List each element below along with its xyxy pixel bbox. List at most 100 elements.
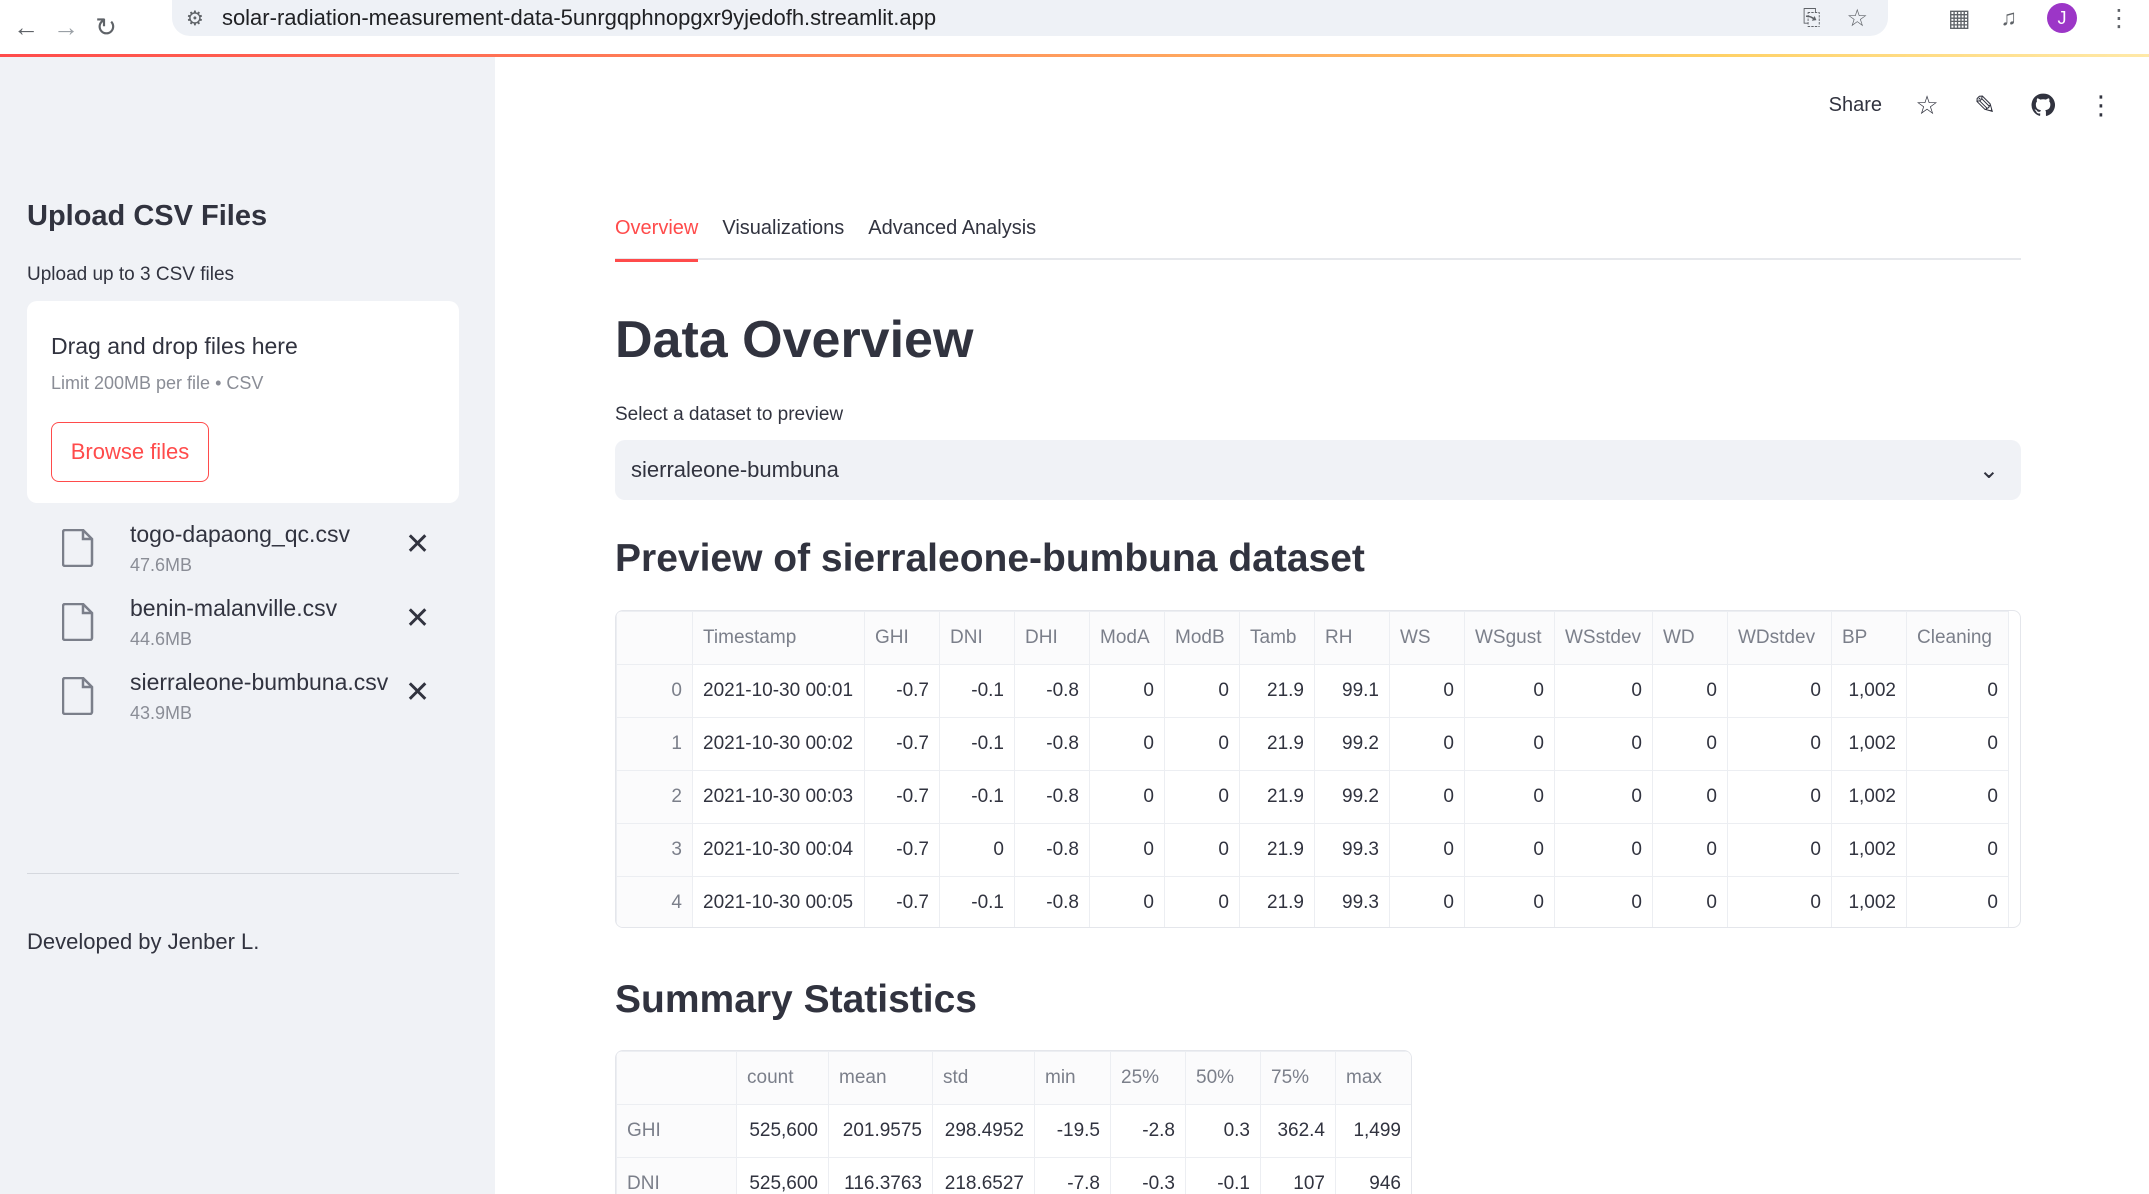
table-cell: 0 [1389,717,1465,771]
edit-pencil-icon[interactable]: ✎ [1972,90,1998,120]
column-header[interactable]: DHI [1014,611,1090,665]
table-cell: 0 [1389,823,1465,877]
install-app-icon[interactable]: ⎘ [1803,5,1821,31]
column-header[interactable]: 75% [1260,1051,1336,1105]
file-icon [62,529,94,567]
column-header[interactable]: ModB [1164,611,1240,665]
table-cell: 0 [1464,770,1555,824]
column-header[interactable]: BP [1831,611,1907,665]
preview-dataframe[interactable]: Timestamp GHI DNI DHI ModA ModB Tamb RH WS WSgust… [615,610,2021,928]
column-header[interactable]: Tamb [1239,611,1315,665]
table-cell: 0 [1464,876,1555,927]
table-cell: 0 [1652,717,1728,771]
column-header[interactable]: DNI [939,611,1015,665]
table-cell: 298.4952 [932,1104,1035,1158]
table-row: 1 2021-10-30 00:02 -0.7 -0.1 -0.8 0 0 21.9 99.2 0… [616,717,2009,771]
dataset-select[interactable]: sierraleone-bumbuna ⌄ [615,440,2021,500]
column-header[interactable]: mean [828,1051,933,1105]
column-header[interactable]: WSgust [1464,611,1555,665]
address-bar[interactable]: ⚙ solar-radiation-measurement-data-5unrg… [172,0,1888,36]
table-cell: 21.9 [1239,876,1315,927]
summary-dataframe[interactable]: count mean std min 25% 50% 75% max GHI 525,600 20… [615,1050,1412,1194]
table-cell: 0 [1727,770,1832,824]
browse-files-button[interactable]: Browse files [51,422,209,482]
row-index: 1 [616,717,693,771]
row-index: 0 [616,664,693,718]
column-header[interactable]: min [1034,1051,1111,1105]
column-header[interactable]: RH [1314,611,1390,665]
column-header[interactable]: count [736,1051,829,1105]
table-cell: 218.6527 [932,1157,1035,1194]
table-cell: 0 [1554,664,1653,718]
app-toolbar: Share ☆ ✎ ⋮ [1829,90,2114,120]
chevron-down-icon: ⌄ [1978,457,1999,484]
table-cell: 1,002 [1831,717,1907,771]
remove-file-icon[interactable]: ✕ [405,601,430,636]
table-cell: 0 [1652,823,1728,877]
column-header[interactable]: 50% [1185,1051,1261,1105]
table-cell: 99.3 [1314,823,1390,877]
table-cell: 0 [1554,770,1653,824]
column-header[interactable]: WD [1652,611,1728,665]
file-dropzone[interactable]: Drag and drop files here Limit 200MB per… [27,301,459,503]
remove-file-icon[interactable]: ✕ [405,527,430,562]
column-header[interactable]: WS [1389,611,1465,665]
file-size: 43.9MB [130,703,193,723]
site-settings-icon[interactable]: ⚙ [186,6,204,31]
column-header[interactable]: max [1335,1051,1411,1105]
reload-icon[interactable]: ↻ [86,7,126,47]
table-cell: 525,600 [736,1157,829,1194]
table-cell: 0 [1464,717,1555,771]
table-cell: 1,002 [1831,823,1907,877]
table-cell: 201.9575 [828,1104,933,1158]
table-cell: 0 [1089,823,1165,877]
table-cell: 21.9 [1239,717,1315,771]
column-header[interactable]: std [932,1051,1035,1105]
tab-visualizations[interactable]: Visualizations [722,210,844,260]
table-cell: -0.7 [864,770,940,824]
column-header[interactable]: 25% [1110,1051,1186,1105]
column-header[interactable] [616,1051,737,1105]
table-cell: 0 [1727,823,1832,877]
table-cell: 0 [1089,876,1165,927]
column-header[interactable]: WDstdev [1727,611,1832,665]
table-cell: -0.1 [939,717,1015,771]
table-cell: -0.8 [1014,664,1090,718]
bookmark-star-icon[interactable]: ☆ [1846,4,1868,33]
sidebar-footer: Developed by Jenber L. [27,929,260,954]
column-header[interactable]: WSstdev [1554,611,1653,665]
file-name: benin-malanville.csv [130,595,338,621]
column-header[interactable]: Cleaning [1906,611,2009,665]
extensions-icon[interactable]: ▦ [1948,4,1971,33]
table-cell: 0 [1727,717,1832,771]
table-cell: 99.2 [1314,770,1390,824]
row-index: 2 [616,770,693,824]
media-control-icon[interactable]: ♫ [2001,5,2018,31]
column-header[interactable]: ModA [1089,611,1165,665]
more-options-icon[interactable]: ⋮ [2088,90,2114,120]
table-cell: -0.8 [1014,876,1090,927]
browser-menu-icon[interactable]: ⋮ [2107,4,2131,33]
table-cell: -0.1 [939,876,1015,927]
back-icon[interactable]: ← [6,7,46,47]
remove-file-icon[interactable]: ✕ [405,675,430,710]
dropzone-title: Drag and drop files here [51,333,298,359]
table-cell: 2021-10-30 00:01 [692,664,865,718]
column-header[interactable] [616,611,693,665]
dropzone-limit: Limit 200MB per file • CSV [51,373,264,393]
row-index: 3 [616,823,693,877]
forward-icon[interactable]: → [46,7,86,47]
tab-bar: Overview Visualizations Advanced Analysi… [615,210,2021,262]
tab-overview[interactable]: Overview [615,210,699,262]
tab-advanced-analysis[interactable]: Advanced Analysis [868,210,1036,260]
github-icon[interactable] [2030,92,2056,118]
share-button[interactable]: Share [1829,94,1882,117]
column-header[interactable]: GHI [864,611,940,665]
table-cell: -0.1 [939,770,1015,824]
table-row: DNI 525,600 116.3763 218.6527 -7.8 -0.3 -0.1 10… [616,1157,1411,1194]
file-name: togo-dapaong_qc.csv [130,521,350,547]
table-cell: 0 [1906,717,2009,771]
column-header[interactable]: Timestamp [692,611,865,665]
star-icon[interactable]: ☆ [1914,90,1940,120]
profile-avatar[interactable]: J [2047,3,2077,33]
